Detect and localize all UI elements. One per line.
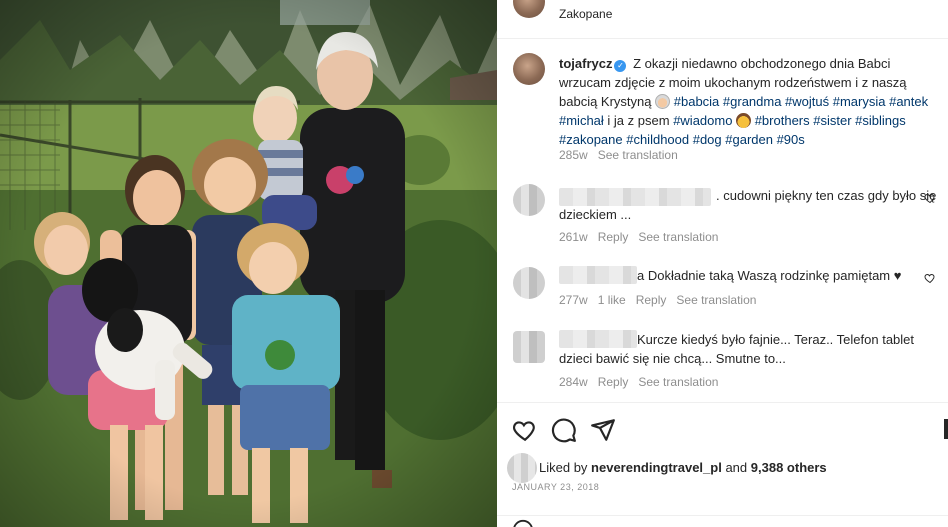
liked-by-user[interactable]: neverendingtravel_pl bbox=[591, 460, 722, 475]
comment-3-reply[interactable]: Reply bbox=[598, 375, 629, 389]
liked-by-prefix: Liked by bbox=[539, 460, 588, 475]
author-avatar[interactable] bbox=[513, 0, 545, 18]
post-caption: tojafrycz ✓ Z okazji niedawno obchodzoneg… bbox=[559, 54, 937, 149]
comment-3-avatar[interactable] bbox=[513, 331, 545, 363]
heart-icon[interactable] bbox=[512, 417, 538, 443]
location-link[interactable]: Zakopane bbox=[559, 7, 612, 21]
likes-summary: Liked by neverendingtravel_pl and 9,388 … bbox=[539, 460, 827, 475]
caption-meta: 285w See translation bbox=[559, 148, 688, 162]
post-actions: Liked by neverendingtravel_pl and 9,388 … bbox=[497, 402, 948, 527]
caption-username[interactable]: tojafrycz bbox=[559, 56, 612, 71]
comment-1-avatar[interactable] bbox=[513, 184, 545, 216]
comment-2-meta: 277w 1 like Reply See translation bbox=[559, 293, 766, 307]
emoji-woman-icon bbox=[736, 113, 752, 128]
caption-text-2: i ja z psem bbox=[607, 113, 670, 128]
comment-2-text: a Dokładnie taką Waszą rodzinkę pamiętam… bbox=[637, 268, 902, 283]
post-photo[interactable] bbox=[0, 0, 497, 527]
comment-2-like-heart-icon[interactable] bbox=[924, 272, 936, 284]
comment-1-meta: 261w Reply See translation bbox=[559, 230, 728, 244]
comment-icon[interactable] bbox=[551, 417, 577, 443]
comment-1-time[interactable]: 261w bbox=[559, 230, 588, 244]
post-date[interactable]: JANUARY 23, 2018 bbox=[512, 482, 599, 492]
caption-author-avatar[interactable] bbox=[513, 53, 545, 85]
caption-time[interactable]: 285w bbox=[559, 148, 588, 162]
comment-2-likes[interactable]: 1 like bbox=[598, 293, 626, 307]
comment-2-reply[interactable]: Reply bbox=[636, 293, 667, 307]
comment-1-reply[interactable]: Reply bbox=[598, 230, 629, 244]
caption-see-translation[interactable]: See translation bbox=[598, 148, 678, 162]
liker-avatar[interactable] bbox=[507, 453, 537, 483]
photo-illustration bbox=[0, 0, 497, 527]
emoji-grandma-icon bbox=[655, 94, 671, 109]
hashtag-wiadomo[interactable]: #wiadomo bbox=[673, 113, 732, 128]
comment-2-avatar[interactable] bbox=[513, 267, 545, 299]
post-side-panel: Zakopane tojafrycz ✓ Z okazji niedawno ob… bbox=[497, 0, 948, 527]
likes-others[interactable]: 9,388 others bbox=[751, 460, 827, 475]
comment-1-text: . cudowni piękny ten czas gdy było się d… bbox=[559, 188, 937, 222]
comment-1-see-translation[interactable]: See translation bbox=[638, 230, 718, 244]
emoji-picker-icon[interactable] bbox=[512, 519, 534, 527]
share-icon[interactable] bbox=[590, 417, 616, 443]
comment-3-see-translation[interactable]: See translation bbox=[638, 375, 718, 389]
comment-3-meta: 284w Reply See translation bbox=[559, 375, 728, 389]
post-header: Zakopane bbox=[497, 0, 948, 39]
comment-2-see-translation[interactable]: See translation bbox=[676, 293, 756, 307]
comment-1-like-heart-icon[interactable] bbox=[924, 192, 936, 204]
comment-2-time[interactable]: 277w bbox=[559, 293, 588, 307]
comment-3-text: Kurcze kiedyś było fajnie... Teraz.. Tel… bbox=[559, 332, 915, 366]
bookmark-icon[interactable] bbox=[944, 419, 948, 439]
liked-by-and: and bbox=[725, 460, 748, 475]
add-comment-row[interactable] bbox=[497, 515, 948, 527]
comment-3-time[interactable]: 284w bbox=[559, 375, 588, 389]
verified-badge-icon: ✓ bbox=[614, 60, 627, 72]
